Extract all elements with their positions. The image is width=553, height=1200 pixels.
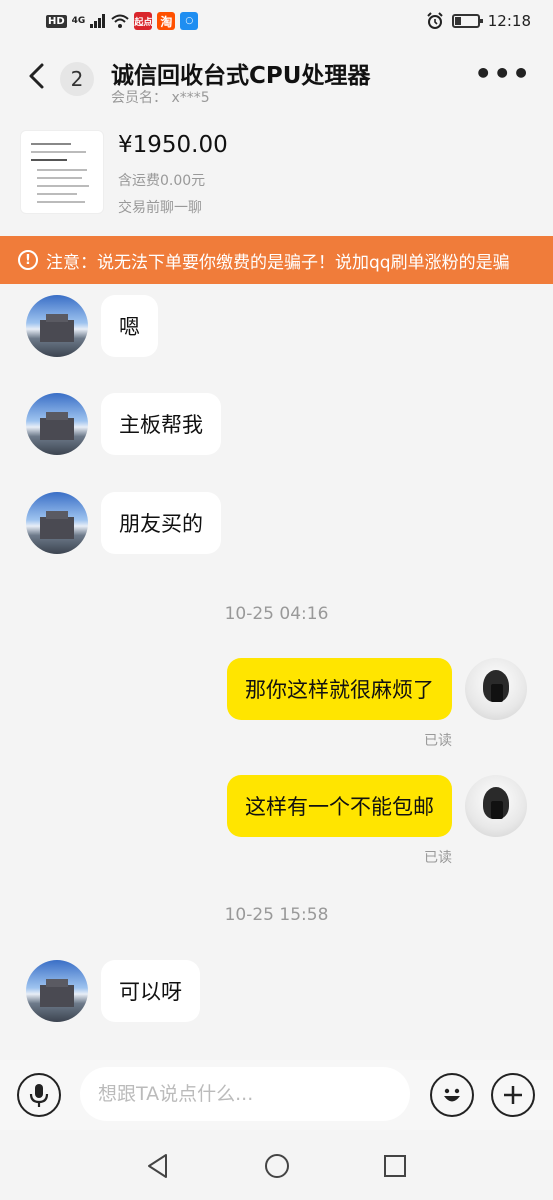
user-avatar[interactable]: [465, 775, 527, 837]
qidian-app-icon: 起点: [134, 12, 152, 30]
product-card[interactable]: ¥1950.00 含运费0.00元 交易前聊一聊: [0, 112, 553, 236]
read-receipt: 已读: [424, 850, 452, 866]
message-timestamp: 10-25 04:16: [224, 604, 329, 624]
emoji-icon[interactable]: [430, 1073, 474, 1117]
notice-text: 注意：说无法下单要你缴费的是骗子！说加qq刷单涨粉的是骗: [46, 252, 510, 273]
nav-home-icon[interactable]: [263, 1152, 291, 1180]
back-arrow-icon[interactable]: [24, 62, 52, 90]
clock: 12:18: [487, 12, 531, 30]
chat-hint: 交易前聊一聊: [118, 200, 202, 216]
contact-avatar[interactable]: [26, 295, 88, 357]
assistant-app-icon: ○: [180, 12, 199, 30]
contact-avatar[interactable]: [26, 960, 88, 1022]
input-bar: [0, 1060, 553, 1130]
contact-avatar[interactable]: [26, 393, 88, 455]
product-thumbnail[interactable]: [20, 130, 104, 214]
chat-header: 2 诚信回收台式CPU处理器 会员名： x***5 •••: [0, 42, 553, 112]
warning-icon: !: [18, 250, 38, 270]
message-bubble-received[interactable]: 可以呀: [101, 960, 200, 1022]
signal-icon: [90, 14, 106, 28]
unread-count-badge[interactable]: 2: [60, 62, 94, 96]
message-timestamp: 10-25 15:58: [224, 905, 329, 925]
system-nav-bar: [0, 1130, 553, 1200]
read-receipt: 已读: [424, 733, 452, 749]
shipping-info: 含运费0.00元: [118, 173, 206, 189]
chat-title: 诚信回收台式CPU处理器: [111, 63, 371, 89]
contact-avatar[interactable]: [26, 492, 88, 554]
message-bubble-received[interactable]: 嗯: [101, 295, 158, 357]
network-type: 4G: [71, 16, 86, 26]
hd-indicator: HD: [46, 14, 67, 28]
plus-icon[interactable]: [491, 1073, 535, 1117]
wifi-icon: [111, 14, 129, 28]
message-bubble-received[interactable]: 主板帮我: [101, 393, 221, 455]
microphone-icon[interactable]: [17, 1073, 61, 1117]
alarm-icon: [427, 12, 443, 29]
message-bubble-received[interactable]: 朋友买的: [101, 492, 221, 554]
battery-icon: [451, 14, 483, 28]
nav-recents-icon[interactable]: [381, 1152, 409, 1180]
status-bar: HD 4G 起点 淘 ○ 12:18: [0, 0, 553, 42]
user-avatar[interactable]: [465, 658, 527, 720]
product-price: ¥1950.00: [118, 132, 228, 158]
taobao-app-icon: 淘: [157, 12, 176, 30]
message-bubble-sent[interactable]: 这样有一个不能包邮: [227, 775, 452, 837]
member-name: 会员名： x***5: [111, 90, 210, 106]
fraud-warning-banner: ! 注意：说无法下单要你缴费的是骗子！说加qq刷单涨粉的是骗: [0, 236, 553, 284]
message-input[interactable]: [80, 1067, 410, 1121]
more-icon[interactable]: •••: [474, 60, 531, 88]
message-bubble-sent[interactable]: 那你这样就很麻烦了: [227, 658, 452, 720]
nav-back-icon[interactable]: [144, 1152, 172, 1180]
